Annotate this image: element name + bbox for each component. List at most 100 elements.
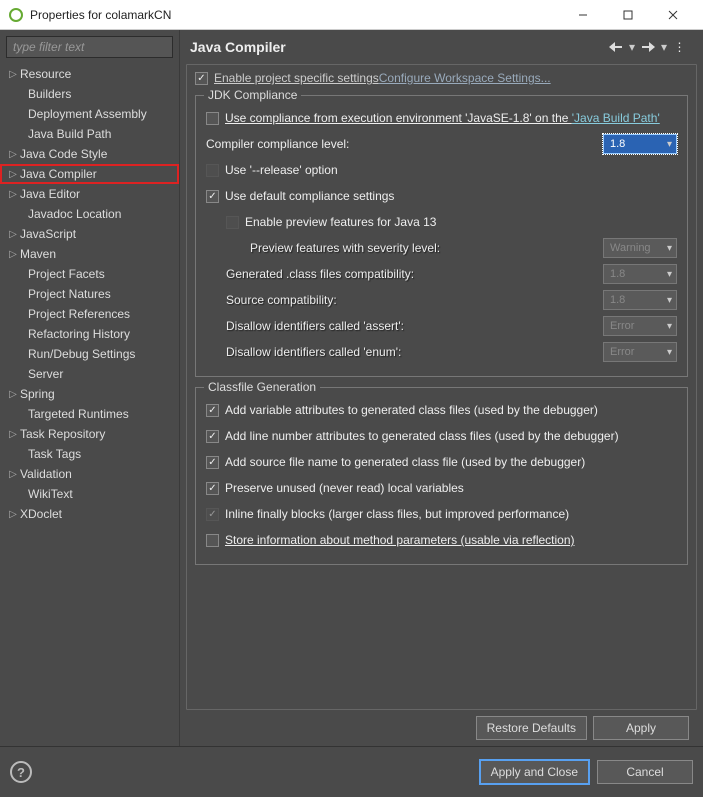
help-icon[interactable]: ? [10,761,32,783]
generated-compat-value: 1.8 [610,268,625,280]
store-method-params-label: Store information about method parameter… [225,533,677,547]
expand-icon[interactable]: ▷ [6,469,20,480]
tree-item-label: Validation [20,467,72,481]
expand-icon[interactable]: ▷ [6,189,20,200]
tree-item-project-facets[interactable]: Project Facets [0,264,179,284]
disallow-enum-select: Error▾ [603,342,677,362]
tree-item-label: Project Facets [28,267,105,281]
tree-item-task-tags[interactable]: Task Tags [0,444,179,464]
compiler-level-select[interactable]: 1.8▾ [603,134,677,154]
use-release-checkbox [206,164,219,177]
use-default-compliance-checkbox[interactable] [206,190,219,203]
preview-severity-label: Preview features with severity level: [250,241,603,255]
expand-icon[interactable]: ▷ [6,249,20,260]
tree-item-java-code-style[interactable]: ▷Java Code Style [0,144,179,164]
inline-finally-checkbox [206,508,219,521]
tree-item-project-references[interactable]: Project References [0,304,179,324]
expand-icon[interactable]: ▷ [6,149,20,160]
source-compat-select: 1.8▾ [603,290,677,310]
preserve-unused-label: Preserve unused (never read) local varia… [225,481,677,495]
expand-icon[interactable]: ▷ [6,69,20,80]
menu-button[interactable]: ⋮ [670,37,690,57]
tree-item-java-build-path[interactable]: Java Build Path [0,124,179,144]
restore-defaults-button[interactable]: Restore Defaults [476,716,587,740]
expand-icon[interactable]: ▷ [6,509,20,520]
minimize-button[interactable] [560,0,605,30]
tree-item-label: Spring [20,387,55,401]
tree-item-refactoring-history[interactable]: Refactoring History [0,324,179,344]
expand-icon[interactable]: ▷ [6,169,20,180]
java-build-path-link[interactable]: 'Java Build Path' [572,111,660,125]
tree-item-label: Javadoc Location [28,207,121,221]
tree-item-label: Resource [20,67,71,81]
preview-severity-select: Warning▾ [603,238,677,258]
add-variable-attr-checkbox[interactable] [206,404,219,417]
tree-item-label: Java Compiler [20,167,97,181]
tree-item-label: Project Natures [28,287,111,301]
configure-workspace-link[interactable]: Configure Workspace Settings... [379,71,551,85]
source-compat-label: Source compatibility: [226,293,603,307]
tree-item-label: XDoclet [20,507,62,521]
filter-input[interactable]: type filter text [6,36,173,58]
use-default-compliance-label: Use default compliance settings [225,189,677,203]
tree-item-wikitext[interactable]: WikiText [0,484,179,504]
tree-item-javadoc-location[interactable]: Javadoc Location [0,204,179,224]
tree-item-xdoclet[interactable]: ▷XDoclet [0,504,179,524]
source-compat-value: 1.8 [610,294,625,306]
expand-icon[interactable]: ▷ [6,429,20,440]
forward-button[interactable] [638,37,658,57]
tree-item-label: Java Build Path [28,127,111,141]
tree-item-server[interactable]: Server [0,364,179,384]
store-method-params-checkbox[interactable] [206,534,219,547]
page-title: Java Compiler [190,39,603,55]
classfile-group-title: Classfile Generation [204,380,320,394]
tree-item-label: Builders [28,87,71,101]
tree-item-label: Maven [20,247,56,261]
apply-button[interactable]: Apply [593,716,689,740]
tree-item-project-natures[interactable]: Project Natures [0,284,179,304]
tree-item-label: Run/Debug Settings [28,347,135,361]
tree-item-resource[interactable]: ▷Resource [0,64,179,84]
window-title: Properties for colamarkCN [30,8,560,22]
tree-item-validation[interactable]: ▷Validation [0,464,179,484]
tree-item-java-compiler[interactable]: ▷Java Compiler [0,164,179,184]
tree-item-label: Deployment Assembly [28,107,147,121]
tree-item-label: Task Repository [20,427,105,441]
tree-item-run-debug-settings[interactable]: Run/Debug Settings [0,344,179,364]
tree-item-javascript[interactable]: ▷JavaScript [0,224,179,244]
enable-preview-checkbox [226,216,239,229]
use-compliance-env-checkbox[interactable] [206,112,219,125]
tree-item-label: Task Tags [28,447,81,461]
tree-item-spring[interactable]: ▷Spring [0,384,179,404]
back-button[interactable] [606,37,626,57]
maximize-button[interactable] [605,0,650,30]
title-bar: Properties for colamarkCN [0,0,703,30]
properties-tree[interactable]: ▷ResourceBuildersDeployment AssemblyJava… [0,62,179,746]
tree-item-java-editor[interactable]: ▷Java Editor [0,184,179,204]
use-release-label: Use '--release' option [225,163,677,177]
compiler-level-label: Compiler compliance level: [206,137,603,151]
add-source-filename-label: Add source file name to generated class … [225,455,677,469]
tree-item-deployment-assembly[interactable]: Deployment Assembly [0,104,179,124]
tree-item-label: Java Editor [20,187,80,201]
close-button[interactable] [650,0,695,30]
tree-item-task-repository[interactable]: ▷Task Repository [0,424,179,444]
filter-placeholder: type filter text [13,40,84,54]
disallow-assert-value: Error [610,320,634,332]
add-source-filename-checkbox[interactable] [206,456,219,469]
tree-item-builders[interactable]: Builders [0,84,179,104]
use-compliance-env-label: Use compliance from execution environmen… [225,111,677,125]
tree-item-targeted-runtimes[interactable]: Targeted Runtimes [0,404,179,424]
tree-item-maven[interactable]: ▷Maven [0,244,179,264]
enable-project-specific-checkbox[interactable] [195,72,208,85]
cancel-button[interactable]: Cancel [597,760,693,784]
expand-icon[interactable]: ▷ [6,389,20,400]
add-line-number-checkbox[interactable] [206,430,219,443]
expand-icon[interactable]: ▷ [6,229,20,240]
apply-and-close-button[interactable]: Apply and Close [480,760,589,784]
disallow-assert-select: Error▾ [603,316,677,336]
enable-project-specific-label: Enable project specific settings [214,71,379,85]
tree-item-label: Targeted Runtimes [28,407,129,421]
preserve-unused-checkbox[interactable] [206,482,219,495]
tree-item-label: Server [28,367,63,381]
